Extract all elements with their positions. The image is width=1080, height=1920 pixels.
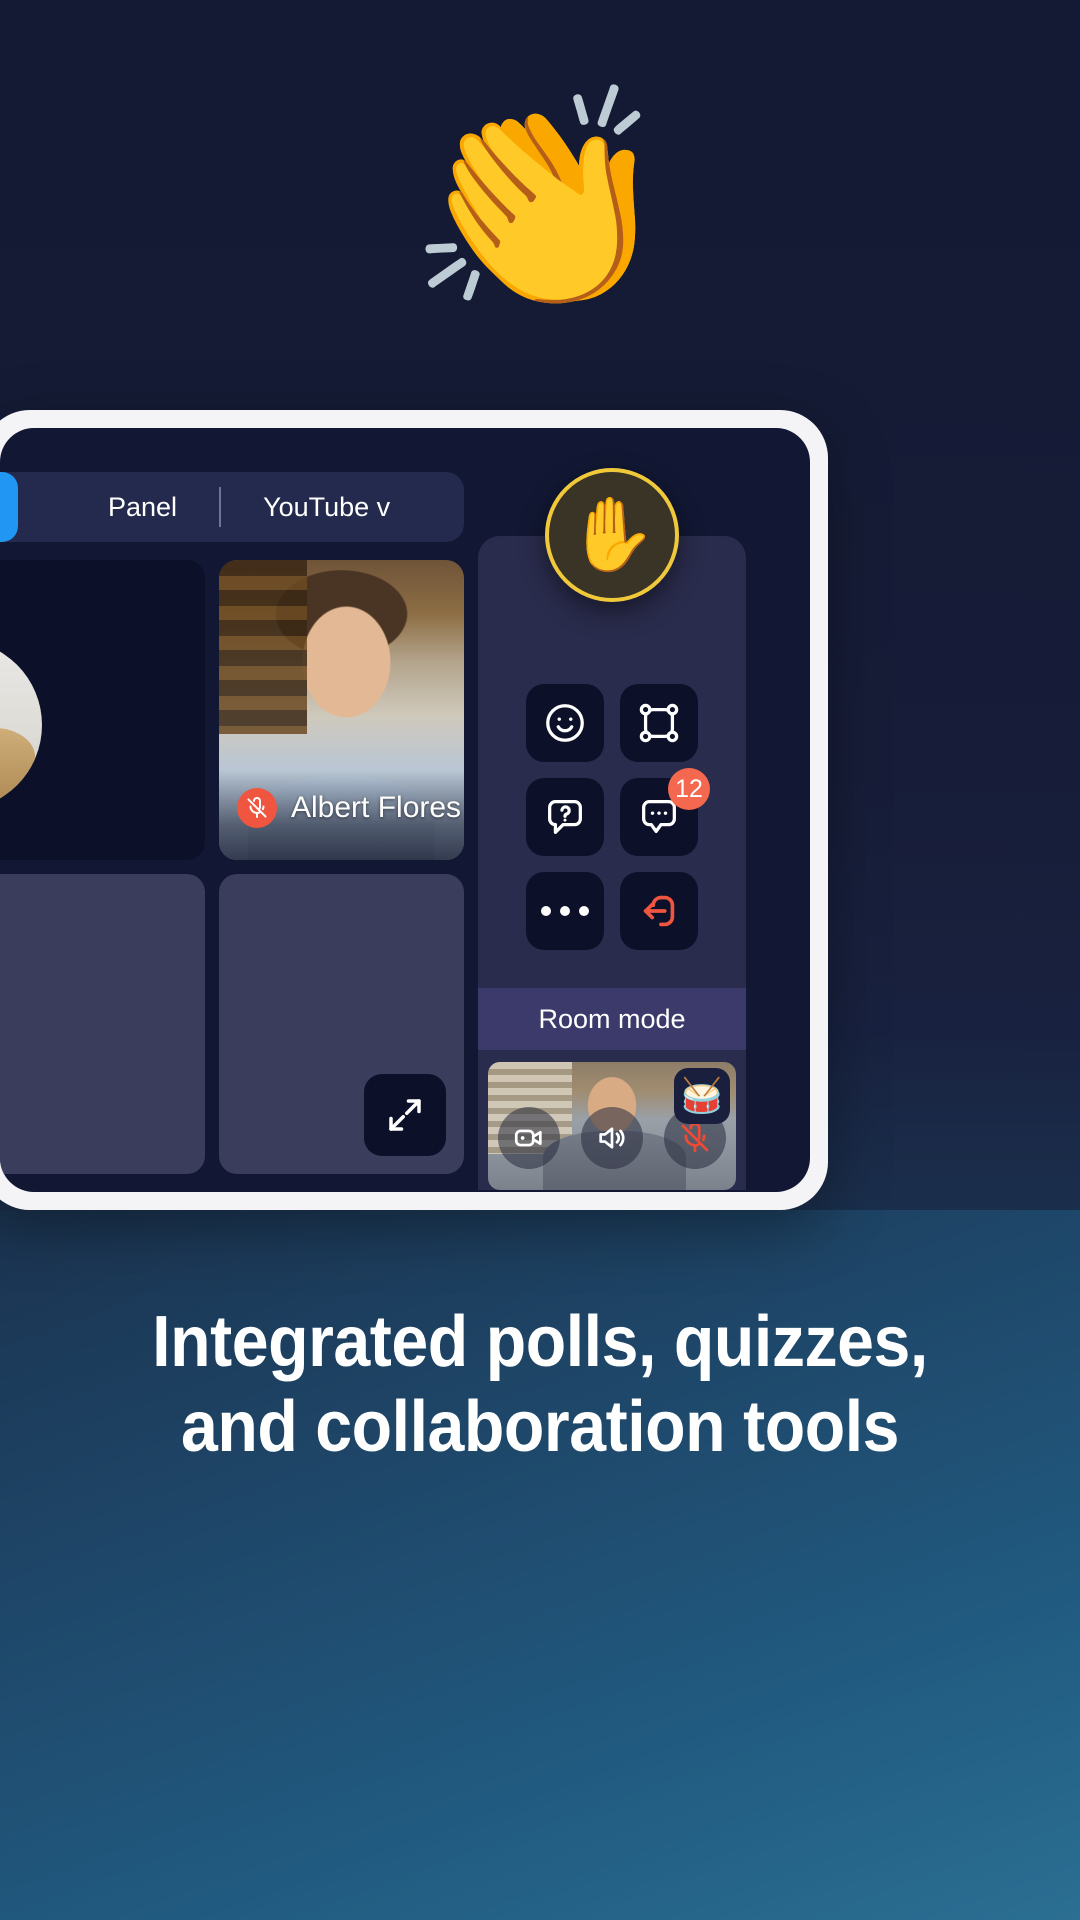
tab-youtube[interactable]: YouTube v — [263, 492, 390, 523]
more-button[interactable] — [526, 872, 604, 950]
leave-button[interactable] — [620, 872, 698, 950]
chat-button[interactable]: 12 — [620, 768, 710, 856]
mic-off-icon — [237, 788, 277, 828]
tools-sidebar: ✋ 12 Room mode 🥁 — [478, 468, 746, 1190]
participant-name: Albert Flores — [291, 791, 462, 824]
participant-tile[interactable] — [0, 874, 205, 1174]
self-view-thumbnail[interactable]: 🥁 — [488, 1062, 736, 1190]
tab-bar: Panel YouTube v — [0, 472, 464, 542]
headline-line-1: Integrated polls, quizzes, — [152, 1302, 928, 1382]
active-tab-indicator[interactable] — [0, 472, 18, 542]
room-mode-label: Room mode — [538, 1003, 686, 1034]
participant-tile[interactable]: e — [0, 560, 205, 860]
participant-name-bar: Albert Flores — [219, 770, 464, 860]
tab-divider — [219, 487, 222, 527]
chat-unread-badge: 12 — [668, 768, 710, 810]
raise-hand-button[interactable]: ✋ — [545, 468, 679, 602]
app-screen: Panel YouTube v e — [0, 428, 810, 1192]
reactions-button[interactable] — [526, 684, 604, 762]
avatar — [0, 640, 42, 810]
camera-toggle[interactable] — [498, 1107, 561, 1169]
speaker-toggle[interactable] — [580, 1107, 643, 1169]
participant-grid: e Albert Flores — [0, 560, 464, 1174]
tab-panel[interactable]: Panel — [108, 492, 177, 523]
room-mode-bar[interactable]: Room mode — [478, 988, 746, 1050]
clap-reaction: 👏 — [0, 50, 1080, 350]
clapping-hands-emoji: 👏 — [406, 79, 674, 321]
raised-hand-emoji: ✋ — [567, 495, 657, 575]
device-frame: Panel YouTube v e — [0, 410, 828, 1210]
participant-tile[interactable]: Albert Flores — [219, 560, 464, 860]
whiteboard-button[interactable] — [620, 684, 698, 762]
tool-button-grid: 12 — [478, 684, 746, 978]
headline: Integrated polls, quizzes, and collabora… — [43, 1300, 1037, 1470]
drum-emoji[interactable]: 🥁 — [674, 1068, 730, 1124]
more-horizontal-icon — [541, 906, 589, 916]
headline-line-2: and collaboration tools — [180, 1386, 900, 1467]
participant-tile[interactable] — [219, 874, 464, 1174]
expand-arrows-icon[interactable] — [364, 1074, 446, 1156]
quiz-button[interactable] — [526, 778, 604, 856]
